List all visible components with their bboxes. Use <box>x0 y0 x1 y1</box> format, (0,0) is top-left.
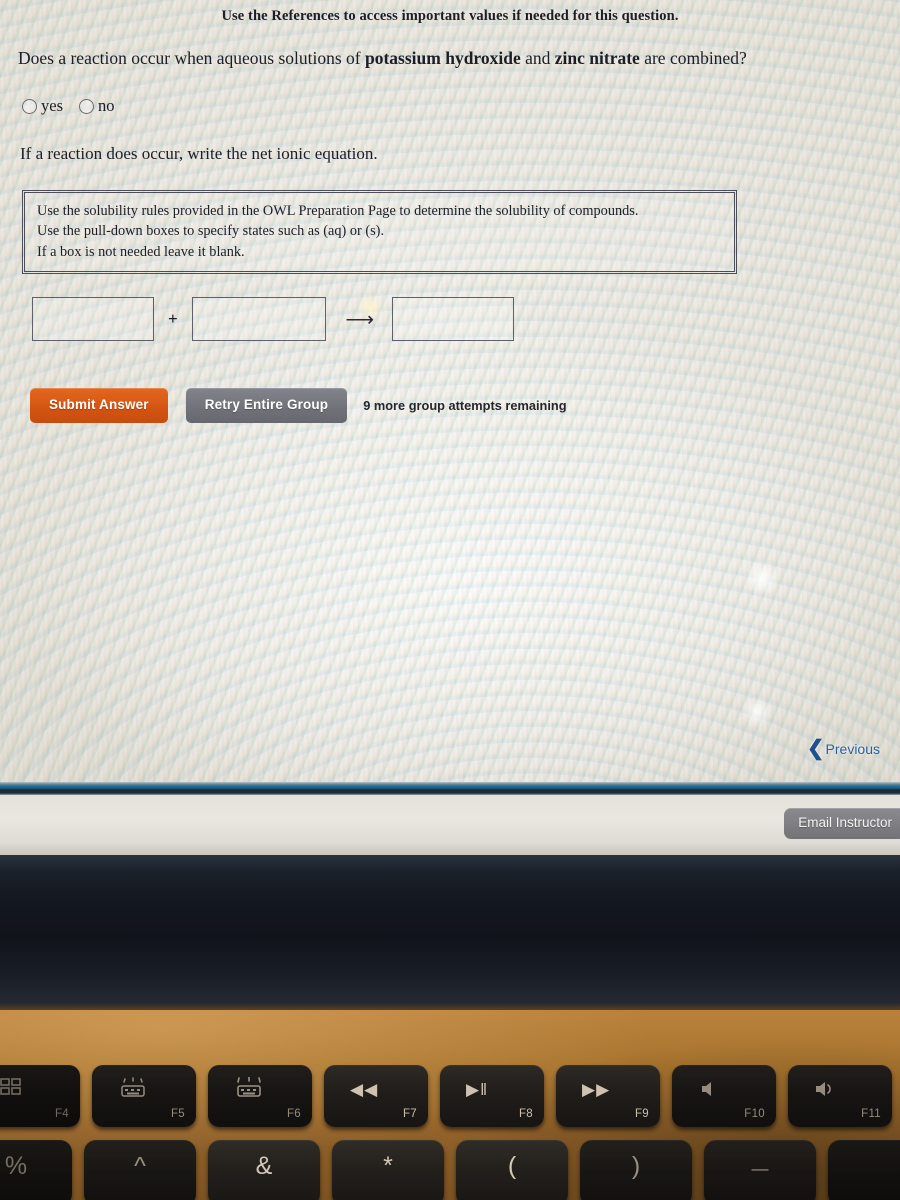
key-ampersand-label: & <box>255 1152 273 1180</box>
volume-up-icon <box>814 1080 838 1098</box>
key-f9[interactable]: ▶▶ F9 <box>556 1065 660 1127</box>
email-instructor-button[interactable]: Email Instructor <box>784 808 900 839</box>
key-right-paren[interactable]: ) <box>580 1140 692 1200</box>
net-ionic-equation-entry-row: + ⟶ <box>32 297 514 341</box>
key-f7[interactable]: ◀◀ F7 <box>324 1065 428 1127</box>
key-f4[interactable]: F4 <box>0 1065 80 1127</box>
equation-input-2[interactable] <box>191 297 326 341</box>
chevron-left-icon: ❮ <box>806 737 825 760</box>
key-f9-label: F9 <box>634 1108 649 1120</box>
key-equals-partial[interactable] <box>828 1140 900 1200</box>
rewind-icon: ◀◀ <box>350 1080 379 1099</box>
key-left-paren-label: ( <box>507 1152 517 1180</box>
key-asterisk[interactable]: * <box>332 1140 444 1200</box>
key-asterisk-label: * <box>383 1152 393 1180</box>
reaction-arrow-icon: ⟶ <box>345 308 374 331</box>
key-percent[interactable]: % <box>0 1140 72 1200</box>
key-right-paren-label: ) <box>631 1152 641 1180</box>
key-f10-label: F10 <box>744 1108 765 1120</box>
owl-chemistry-question-page: Use the References to access important v… <box>0 0 900 790</box>
question-suffix: are combined? <box>639 48 747 68</box>
number-key-row: % ^ & * ( ) — <box>0 1140 900 1200</box>
key-f11[interactable]: F11 <box>788 1065 892 1127</box>
radio-no-label: no <box>98 96 115 115</box>
key-left-paren[interactable]: ( <box>456 1140 568 1200</box>
attempts-remaining-text: 9 more group attempts remaining <box>363 397 567 413</box>
radio-yes[interactable] <box>22 98 37 114</box>
key-f6[interactable]: F6 <box>208 1065 312 1127</box>
laptop-screen: Use the References to access important v… <box>0 0 900 855</box>
key-f11-label: F11 <box>861 1108 881 1120</box>
keyboard-backlight-down-icon <box>116 1077 150 1099</box>
radio-no[interactable] <box>79 98 94 114</box>
reagent-two: zinc nitrate <box>554 48 640 68</box>
equation-input-3[interactable] <box>391 297 514 341</box>
retry-entire-group-button[interactable]: Retry Entire Group <box>185 388 348 423</box>
keyboard-backlight-up-icon <box>232 1077 266 1099</box>
references-note: Use the References to access important v… <box>221 8 679 24</box>
key-f5-label: F5 <box>170 1108 185 1120</box>
reagent-one: potassium hydroxide <box>364 48 521 68</box>
key-hyphen-label: — <box>751 1159 769 1178</box>
key-f5[interactable]: F5 <box>92 1065 196 1127</box>
instruction-line-1: Use the solubility rules provided in the… <box>37 203 639 219</box>
page-separator-strip <box>0 782 900 795</box>
equation-input-1[interactable] <box>32 297 154 341</box>
submit-answer-button[interactable]: Submit Answer <box>30 388 168 423</box>
key-f8[interactable]: ▶‖ F8 <box>440 1065 544 1127</box>
instructions-box: Use the solubility rules provided in the… <box>22 190 737 274</box>
key-f4-label: F4 <box>54 1108 69 1120</box>
plus-operator: + <box>168 309 178 328</box>
laptop-bezel <box>0 855 900 1013</box>
mute-icon <box>700 1080 720 1098</box>
key-hyphen[interactable]: — <box>704 1140 816 1200</box>
key-caret-label: ^ <box>134 1152 146 1180</box>
key-f7-label: F7 <box>402 1108 417 1120</box>
question-text: Does a reaction occur when aqueous solut… <box>18 48 747 69</box>
key-ampersand[interactable]: & <box>208 1140 320 1200</box>
key-f6-label: F6 <box>286 1108 301 1120</box>
yes-no-radio-group: yes no <box>22 96 127 116</box>
action-button-row: Submit Answer Retry Entire Group 9 more … <box>30 388 567 423</box>
instruction-line-2: Use the pull-down boxes to specify state… <box>37 223 385 240</box>
radio-yes-label: yes <box>41 96 63 115</box>
play-pause-icon: ▶‖ <box>466 1080 489 1099</box>
key-percent-label: % <box>4 1152 28 1180</box>
question-conjunction: and <box>520 48 555 68</box>
previous-button[interactable]: ❮ Previous <box>807 738 880 759</box>
fast-forward-icon: ▶▶ <box>582 1080 611 1099</box>
sub-question-text: If a reaction does occur, write the net … <box>20 144 378 163</box>
function-key-row: F4 F5 F6 ◀◀ F7 ▶‖ F8 ▶▶ F9 F10 F11 <box>0 1065 900 1127</box>
key-f10[interactable]: F10 <box>672 1065 776 1127</box>
key-f8-label: F8 <box>518 1108 533 1120</box>
launchpad-grid-icon <box>0 1077 30 1097</box>
bottom-toolbar <box>0 795 900 855</box>
previous-label: Previous <box>825 740 880 757</box>
question-prefix: Does a reaction occur when aqueous solut… <box>18 48 365 68</box>
instruction-line-3: If a box is not needed leave it blank. <box>37 243 245 260</box>
laptop-photo-scene: Use the References to access important v… <box>0 0 900 1200</box>
key-caret[interactable]: ^ <box>84 1140 196 1200</box>
